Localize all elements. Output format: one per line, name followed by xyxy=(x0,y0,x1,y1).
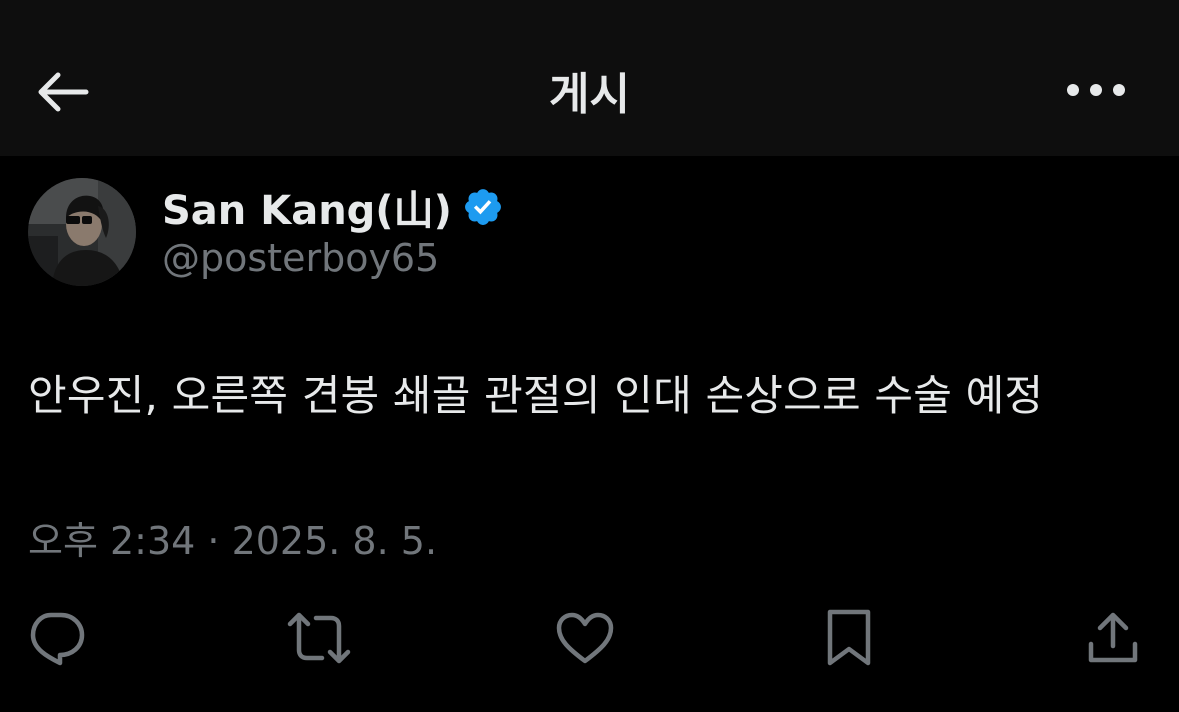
verified-badge-icon xyxy=(462,186,504,228)
more-options-button[interactable] xyxy=(1056,60,1136,120)
more-horizontal-icon xyxy=(1067,84,1125,96)
back-button[interactable] xyxy=(26,60,98,124)
post-timestamp[interactable]: 오후 2:34 · 2025. 8. 5. xyxy=(28,510,437,565)
author-name-row[interactable]: San Kang(山) xyxy=(162,180,504,234)
avatar[interactable] xyxy=(28,178,136,286)
user-handle[interactable]: @posterboy65 xyxy=(162,236,439,280)
reply-button[interactable] xyxy=(24,605,90,671)
like-icon xyxy=(556,612,614,664)
reply-icon xyxy=(30,612,85,666)
avatar-image xyxy=(28,178,136,286)
share-icon xyxy=(1088,612,1138,663)
top-bar: 게시 xyxy=(0,0,1179,156)
like-button[interactable] xyxy=(552,605,618,671)
bookmark-button[interactable] xyxy=(816,605,882,671)
post-text: 안우진, 오른쪽 견봉 쇄골 관절의 인대 손상으로 수술 예정 xyxy=(28,371,1044,420)
bookmark-icon xyxy=(827,609,871,666)
repost-button[interactable] xyxy=(286,605,352,671)
share-button[interactable] xyxy=(1080,605,1146,671)
repost-icon xyxy=(287,612,351,664)
arrow-left-icon xyxy=(38,72,89,112)
display-name[interactable]: San Kang(山) xyxy=(162,178,452,236)
page-title: 게시 xyxy=(549,69,630,120)
